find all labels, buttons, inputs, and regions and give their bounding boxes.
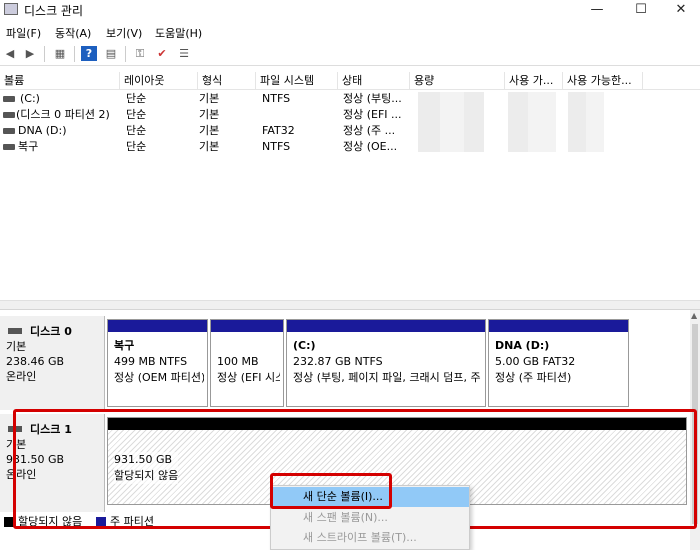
column-capacity[interactable]: 용량 xyxy=(410,72,505,90)
disk-icon xyxy=(8,328,22,334)
minimize-button[interactable]: — xyxy=(574,0,620,22)
volume-fs: FAT32 xyxy=(262,124,295,137)
volume-type: 기본 xyxy=(199,124,220,137)
primary-partition-bar xyxy=(287,320,485,332)
partition-status: 정상 (EFI 시스템 파티션) xyxy=(217,371,280,384)
volume-status: 정상 (부팅... xyxy=(343,92,402,105)
partition-size: 100 MB xyxy=(217,355,259,368)
title-bar: 디스크 관리 — ☐ ✕ xyxy=(0,0,700,22)
volume-name: (C:) xyxy=(20,92,40,105)
partition-title: (C:) xyxy=(293,339,316,352)
partition-size: 232.87 GB NTFS xyxy=(293,355,383,368)
toolbar: ◀ ▶ ▦ ? ▤ ⚿ ✔ ☰ xyxy=(0,42,700,66)
volume-layout: 단순 xyxy=(126,108,147,121)
toolbar-separator xyxy=(125,46,126,62)
disk-0-kind: 기본 xyxy=(6,340,27,353)
disk-0-label[interactable]: 디스크 0 기본 238.46 GB 온라인 xyxy=(0,316,105,410)
menu-bar: 파일(F) 동작(A) 보기(V) 도움말(H) xyxy=(0,22,700,42)
back-arrow-icon[interactable]: ◀ xyxy=(2,46,18,61)
volume-fs: NTFS xyxy=(262,92,291,105)
volume-fs: NTFS xyxy=(262,140,291,153)
console-tree-icon[interactable]: ▦ xyxy=(52,46,68,61)
disk-0-size: 238.46 GB xyxy=(6,355,65,368)
menu-file[interactable]: 파일(F) xyxy=(6,25,41,41)
primary-partition-bar xyxy=(211,320,283,332)
volume-type: 기본 xyxy=(199,108,220,121)
blurred-capacity xyxy=(440,92,464,152)
volume-status: 정상 (OE... xyxy=(343,140,398,153)
settings-panel-icon[interactable]: ☰ xyxy=(176,46,192,61)
disk-0-state: 온라인 xyxy=(6,370,37,383)
menu-item-highlight-box xyxy=(270,473,392,509)
primary-partition-bar xyxy=(108,320,207,332)
partition-status: 정상 (주 파티션) xyxy=(495,371,572,384)
blurred-free-space xyxy=(508,92,528,152)
volume-name: DNA (D:) xyxy=(18,124,67,137)
column-type[interactable]: 형식 xyxy=(198,72,256,90)
toolbar-separator xyxy=(74,46,75,62)
scroll-up-arrow-icon[interactable]: ▲ xyxy=(691,311,697,320)
partition-size: 5.00 GB FAT32 xyxy=(495,355,576,368)
partition-efi[interactable]: 100 MB 정상 (EFI 시스템 파티션) xyxy=(210,319,284,407)
checklist-icon[interactable]: ✔ xyxy=(154,46,170,61)
menu-item-new-striped-volume: 새 스트라이프 볼륨(T)... xyxy=(303,531,417,544)
drive-icon xyxy=(3,144,15,150)
help-icon[interactable]: ? xyxy=(81,46,97,61)
properties-icon[interactable]: ▤ xyxy=(103,46,119,61)
partition-title: 복구 xyxy=(114,339,135,352)
partition-status: 정상 (부팅, 페이지 파일, 크래시 덤프, 주 파티션) xyxy=(293,371,482,384)
column-volume[interactable]: 볼륨 xyxy=(0,72,120,90)
disk-management-app-icon xyxy=(4,3,18,15)
volume-type: 기본 xyxy=(199,92,220,105)
menu-action[interactable]: 동작(A) xyxy=(55,25,91,41)
partition-d[interactable]: DNA (D:) 5.00 GB FAT32 정상 (주 파티션) xyxy=(488,319,629,407)
drive-icon xyxy=(3,96,15,102)
partition-c[interactable]: (C:) 232.87 GB NTFS 정상 (부팅, 페이지 파일, 크래시 … xyxy=(286,319,486,407)
partition-title: DNA (D:) xyxy=(495,339,550,352)
volume-list-header: 볼륨 레이아웃 형식 파일 시스템 상태 용량 사용 가... 사용 가능한..… xyxy=(0,72,700,90)
maximize-button[interactable]: ☐ xyxy=(618,0,664,22)
volume-name: 복구 xyxy=(18,140,39,153)
volume-status: 정상 (EFI ... xyxy=(343,108,402,121)
menu-item-new-spanned-volume: 새 스팬 볼륨(N)... xyxy=(303,511,388,524)
column-status[interactable]: 상태 xyxy=(338,72,410,90)
blurred-free-space xyxy=(528,92,556,152)
drive-icon xyxy=(3,128,15,134)
blurred-capacity xyxy=(418,92,440,152)
partition-recovery[interactable]: 복구 499 MB NTFS 정상 (OEM 파티션) xyxy=(107,319,208,407)
volume-type: 기본 xyxy=(199,140,220,153)
pane-splitter[interactable] xyxy=(0,300,700,310)
drive-icon xyxy=(3,112,15,118)
blurred-capacity xyxy=(464,92,484,152)
menu-view[interactable]: 보기(V) xyxy=(106,25,142,41)
forward-arrow-icon[interactable]: ▶ xyxy=(22,46,38,61)
volume-layout: 단순 xyxy=(126,92,147,105)
connect-icon[interactable]: ⚿ xyxy=(132,46,148,61)
column-layout[interactable]: 레이아웃 xyxy=(120,72,198,90)
blurred-percent-free xyxy=(586,92,604,152)
primary-partition-bar xyxy=(489,320,628,332)
disk-0-name: 디스크 0 xyxy=(6,324,104,339)
close-button[interactable]: ✕ xyxy=(662,0,700,22)
partition-size: 499 MB NTFS xyxy=(114,355,188,368)
volume-layout: 단순 xyxy=(126,124,147,137)
column-free-space[interactable]: 사용 가... xyxy=(505,72,563,90)
blurred-percent-free xyxy=(568,92,586,152)
toolbar-separator xyxy=(44,46,45,62)
column-percent-free[interactable]: 사용 가능한... xyxy=(563,72,643,90)
window-title: 디스크 관리 xyxy=(24,4,84,18)
volume-status: 정상 (주 ... xyxy=(343,124,396,137)
partition-status: 정상 (OEM 파티션) xyxy=(114,371,204,384)
volume-layout: 단순 xyxy=(126,140,147,153)
volume-name: (디스크 0 파티션 2) xyxy=(16,108,110,121)
menu-help[interactable]: 도움말(H) xyxy=(155,25,202,41)
column-file-system[interactable]: 파일 시스템 xyxy=(256,72,338,90)
